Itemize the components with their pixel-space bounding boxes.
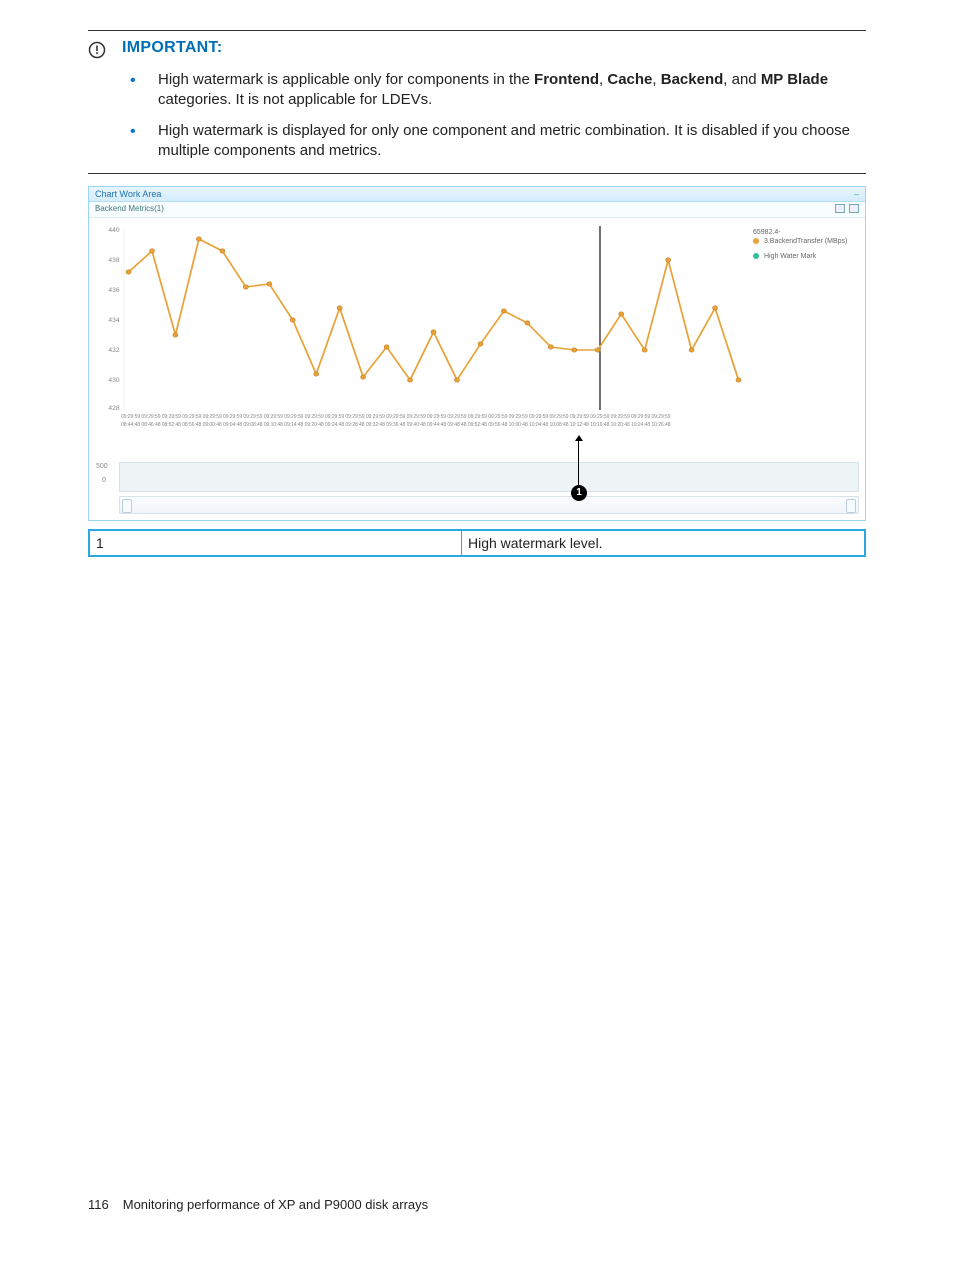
svg-text:438: 438 xyxy=(108,257,120,264)
chapter-title: Monitoring performance of XP and P9000 d… xyxy=(123,1197,428,1212)
key-cell-num-1: 1 xyxy=(89,530,461,556)
chart-work-area-title: Chart Work Area xyxy=(95,189,161,199)
legend-hwm-dot-icon xyxy=(753,253,759,259)
callout-arrow-head-icon xyxy=(575,435,583,441)
x-axis-labels-2: 08:44:48 08:46:48 08:52:48 08:56:48 09:0… xyxy=(95,420,743,428)
chart-plot: 440 438 436 434 432 430 428 xyxy=(95,222,743,412)
page-footer: 116 Monitoring performance of XP and P90… xyxy=(88,1197,866,1212)
callout-arrow-line xyxy=(578,440,579,486)
legend-series-dot-icon xyxy=(753,238,759,244)
svg-text:434: 434 xyxy=(108,317,120,324)
chart-tool-icon-2[interactable] xyxy=(849,204,859,213)
collapse-icon[interactable]: – xyxy=(854,189,859,199)
chart-legend: 65982.4- 3.BackendTransfer (MBps) High W… xyxy=(747,218,865,458)
key-cell-desc-1: High watermark level. xyxy=(461,530,865,556)
chart-subtitle: Backend Metrics(1) xyxy=(95,204,164,215)
svg-text:430: 430 xyxy=(108,377,120,384)
legend-series-title: 65982.4- xyxy=(753,229,781,236)
chart-scroll-overview[interactable] xyxy=(119,496,859,514)
legend-hwm: High Water Mark xyxy=(764,253,816,260)
important-icon xyxy=(88,41,106,64)
svg-text:428: 428 xyxy=(108,405,120,412)
svg-text:436: 436 xyxy=(108,287,120,294)
chart-figure: Chart Work Area – Backend Metrics(1) 440… xyxy=(88,186,866,521)
page-number: 116 xyxy=(88,1197,109,1212)
important-bullet-1: High watermark is applicable only for co… xyxy=(126,70,866,111)
important-label: IMPORTANT: xyxy=(122,39,222,57)
important-bullets: High watermark is applicable only for co… xyxy=(88,70,866,161)
chart-overview-strip: 500 0 xyxy=(119,462,859,492)
x-axis-labels: 09:29:59 09:29:59 09:29:59 09:29:59 09:2… xyxy=(95,412,743,420)
legend-series-line: 3.BackendTransfer (MBps) xyxy=(764,238,847,245)
callout-number-1: 1 xyxy=(571,485,587,501)
callout-key-table: 1 High watermark level. xyxy=(88,529,866,557)
svg-text:432: 432 xyxy=(108,347,120,354)
chart-tool-icon-1[interactable] xyxy=(835,204,845,213)
svg-text:440: 440 xyxy=(108,227,120,234)
important-bullet-2: High watermark is displayed for only one… xyxy=(126,121,866,162)
